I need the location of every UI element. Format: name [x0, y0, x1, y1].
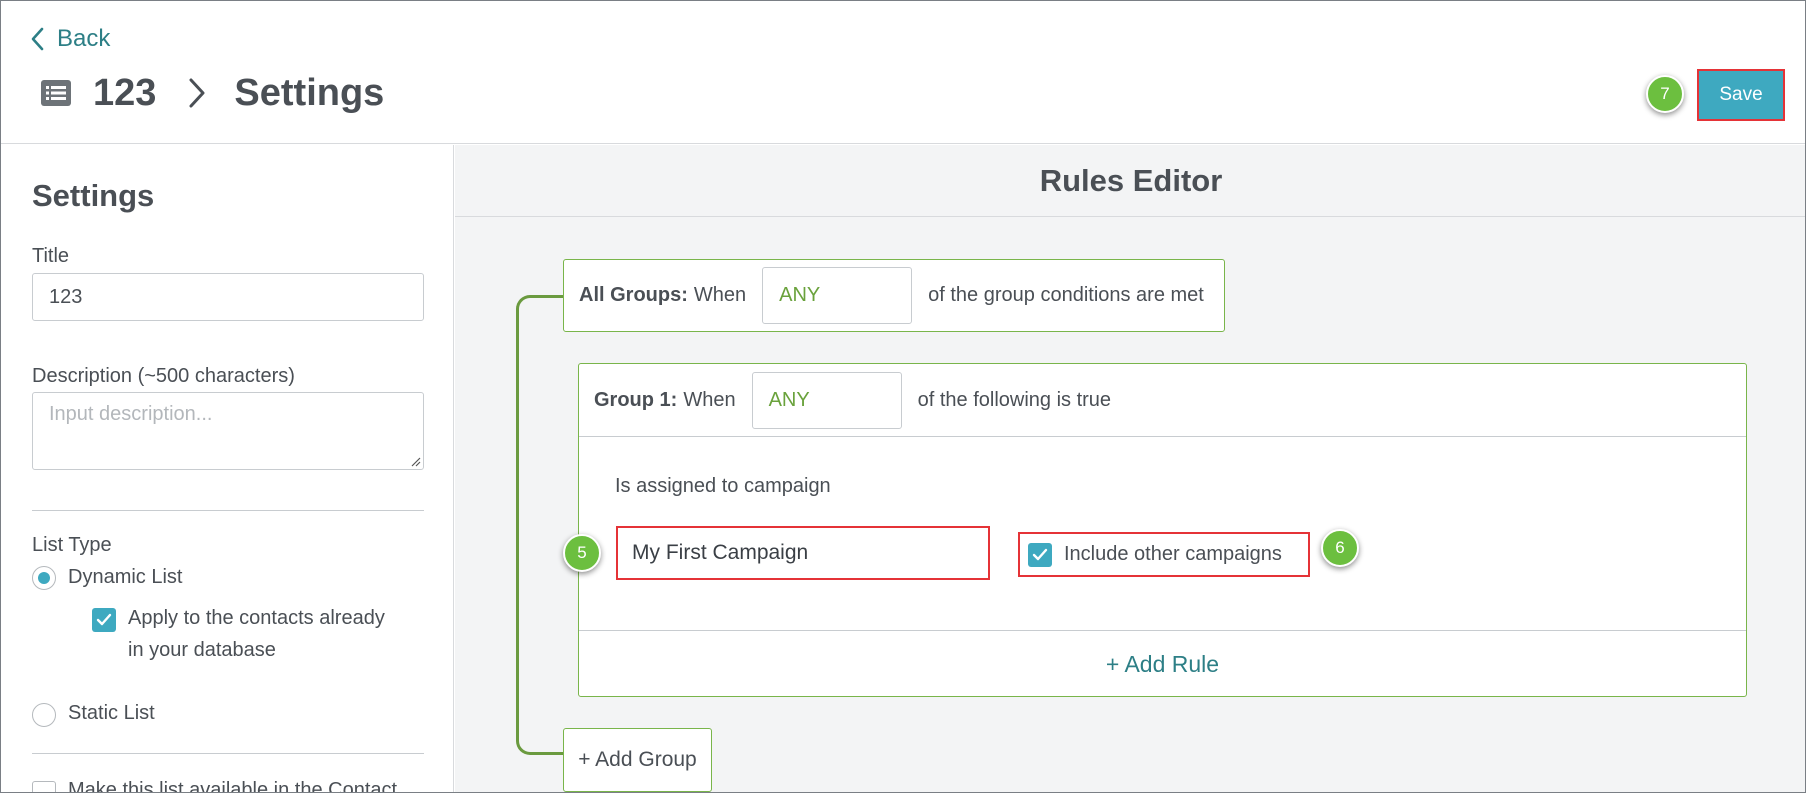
dynamic-list-radio[interactable]	[32, 566, 56, 590]
group-1-suffix: of the following is true	[917, 388, 1112, 411]
all-groups-when: When	[693, 284, 747, 306]
title-input[interactable]: 123	[32, 273, 424, 321]
callout-marker-5: 5	[563, 534, 601, 572]
chevron-right-icon	[189, 78, 205, 108]
include-other-campaigns-label: Include other campaigns	[1064, 543, 1282, 565]
add-rule-button[interactable]: + Add Rule	[579, 630, 1746, 697]
divider	[32, 510, 424, 511]
description-placeholder: Input description...	[49, 403, 213, 425]
rule-group-1: Group 1: When ANY of the following is tr…	[578, 363, 1747, 697]
all-groups-suffix: of the group conditions are met	[928, 284, 1204, 306]
settings-heading: Settings	[32, 178, 155, 213]
save-button[interactable]: Save	[1697, 69, 1785, 121]
callout-marker-6: 6	[1321, 529, 1359, 567]
rules-editor-heading: Rules Editor	[455, 145, 1805, 217]
static-list-label: Static List	[68, 702, 155, 724]
campaign-input[interactable]: My First Campaign	[616, 526, 990, 580]
group-1-condition-select[interactable]: ANY	[751, 371, 902, 429]
resize-handle-icon[interactable]	[409, 455, 421, 467]
back-link[interactable]: Back	[29, 25, 110, 53]
list-type-label: List Type	[32, 534, 112, 556]
chevron-left-icon	[31, 27, 44, 51]
make-available-label: Make this list available in the Contact	[68, 779, 398, 793]
apply-existing-contacts-label-line2: in your database	[128, 639, 276, 661]
page-header: Back 123 Settings 7 Save	[1, 1, 1805, 144]
all-groups-condition: All Groups: When ANY of the group condit…	[563, 259, 1225, 332]
static-list-radio[interactable]	[32, 703, 56, 727]
group-1-label: Group 1:	[594, 388, 678, 411]
group-1-header: Group 1: When ANY of the following is tr…	[579, 364, 1746, 437]
include-other-campaigns-checkbox[interactable]	[1028, 542, 1052, 567]
dynamic-list-label: Dynamic List	[68, 566, 183, 588]
all-groups-label: All Groups:	[579, 284, 688, 306]
list-icon	[41, 80, 71, 106]
callout-marker-7: 7	[1646, 75, 1684, 113]
group-connector-line	[516, 295, 564, 755]
checkmark-icon	[96, 613, 112, 626]
app-frame: Back 123 Settings 7 Save Settings Title …	[0, 0, 1806, 793]
add-group-button[interactable]: + Add Group	[563, 728, 712, 792]
all-groups-condition-select[interactable]: ANY	[762, 267, 913, 324]
back-label: Back	[57, 25, 111, 52]
breadcrumb-list-id[interactable]: 123	[93, 72, 156, 115]
description-textarea[interactable]: Input description...	[32, 392, 424, 470]
breadcrumb: 123 Settings	[41, 69, 384, 117]
checkmark-icon	[1032, 548, 1048, 560]
settings-panel: Settings Title 123 Description (~500 cha…	[1, 145, 454, 793]
apply-existing-contacts-checkbox[interactable]	[92, 608, 116, 632]
rule-label: Is assigned to campaign	[615, 475, 831, 497]
make-available-checkbox[interactable]	[32, 781, 56, 792]
group-1-when: When	[683, 388, 736, 411]
description-label: Description (~500 characters)	[32, 365, 295, 387]
title-label: Title	[32, 245, 70, 267]
divider	[32, 753, 424, 754]
apply-existing-contacts-label-line1: Apply to the contacts already	[128, 607, 385, 629]
include-other-campaigns-option[interactable]: Include other campaigns	[1018, 532, 1310, 577]
page-title: Settings	[234, 71, 385, 114]
